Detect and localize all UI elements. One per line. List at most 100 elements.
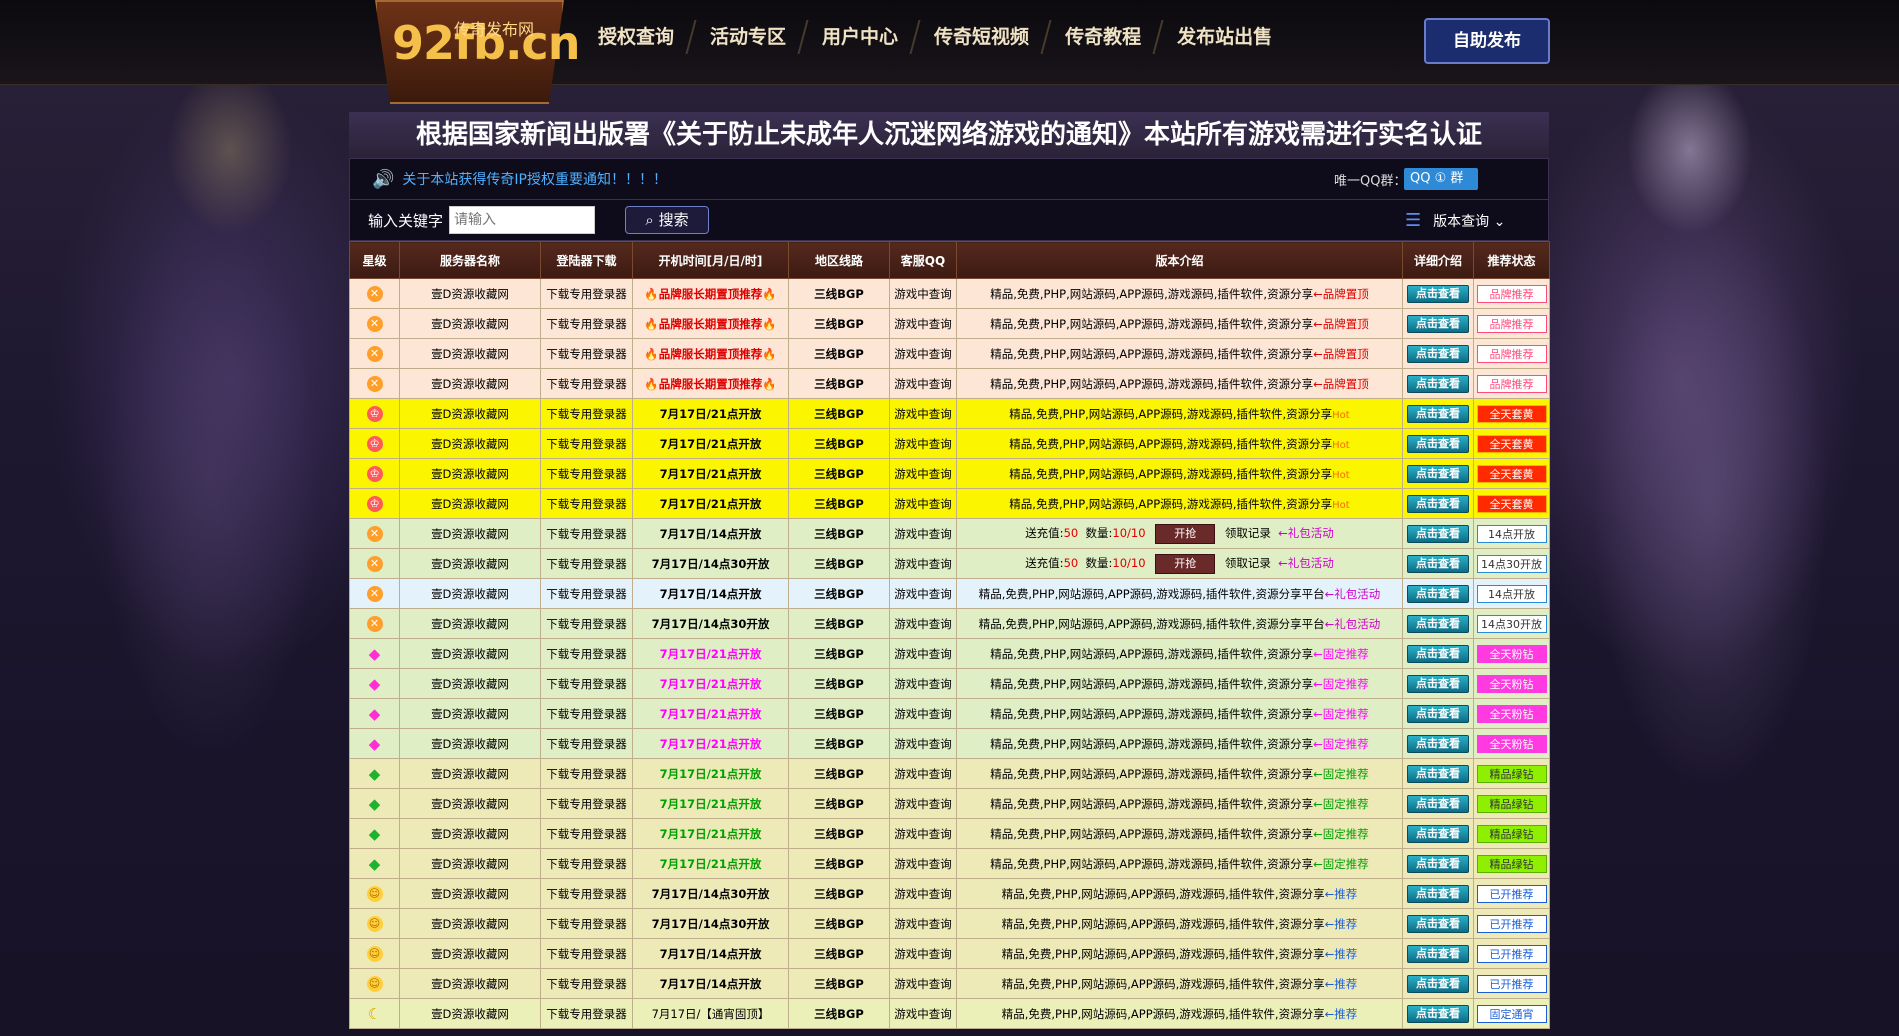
- status-cell: 精品绿钻: [1473, 848, 1550, 879]
- status-badge: 精品绿钻: [1476, 824, 1547, 843]
- detail-cell: 点击查看: [1402, 398, 1474, 429]
- view-detail-button[interactable]: 点击查看: [1407, 314, 1469, 333]
- download-link[interactable]: 下载专用登录器: [540, 278, 633, 309]
- download-link[interactable]: 下载专用登录器: [540, 368, 633, 399]
- server-name-link[interactable]: 壹D资源收藏网: [399, 398, 541, 429]
- view-detail-button[interactable]: 点击查看: [1407, 554, 1469, 573]
- view-detail-button[interactable]: 点击查看: [1407, 794, 1469, 813]
- download-link[interactable]: 下载专用登录器: [540, 398, 633, 429]
- server-name-link[interactable]: 壹D资源收藏网: [399, 278, 541, 309]
- grab-button[interactable]: 开抢: [1155, 553, 1216, 574]
- view-detail-button[interactable]: 点击查看: [1407, 914, 1469, 933]
- claim-record-link[interactable]: 领取记录: [1225, 526, 1271, 540]
- view-detail-button[interactable]: 点击查看: [1407, 824, 1469, 843]
- nav-item-user-center[interactable]: 用户中心: [804, 20, 916, 54]
- server-name-link[interactable]: 壹D资源收藏网: [399, 998, 541, 1029]
- server-name-link[interactable]: 壹D资源收藏网: [399, 638, 541, 669]
- claim-record-link[interactable]: 领取记录: [1225, 556, 1271, 570]
- server-name-link[interactable]: 壹D资源收藏网: [399, 728, 541, 759]
- nav-item-tutorial[interactable]: 传奇教程: [1047, 20, 1159, 54]
- view-detail-button[interactable]: 点击查看: [1407, 524, 1469, 543]
- view-detail-button[interactable]: 点击查看: [1407, 494, 1469, 513]
- view-detail-button[interactable]: 点击查看: [1407, 674, 1469, 693]
- view-detail-button[interactable]: 点击查看: [1407, 1004, 1469, 1023]
- keyword-input[interactable]: [449, 206, 596, 234]
- nav-item-events[interactable]: 活动专区: [692, 20, 804, 54]
- download-link[interactable]: 下载专用登录器: [540, 908, 633, 939]
- view-detail-button[interactable]: 点击查看: [1407, 374, 1469, 393]
- download-link[interactable]: 下载专用登录器: [540, 338, 633, 369]
- download-link[interactable]: 下载专用登录器: [540, 818, 633, 849]
- self-publish-button[interactable]: 自助发布: [1424, 18, 1550, 64]
- server-name-link[interactable]: 壹D资源收藏网: [399, 608, 541, 639]
- nav-item-auth-query[interactable]: 授权查询: [580, 20, 692, 54]
- detail-cell: 点击查看: [1402, 818, 1474, 849]
- status-cell: 全天套黄: [1473, 398, 1550, 429]
- view-detail-button[interactable]: 点击查看: [1407, 464, 1469, 483]
- server-name-link[interactable]: 壹D资源收藏网: [399, 908, 541, 939]
- download-link[interactable]: 下载专用登录器: [540, 728, 633, 759]
- download-link[interactable]: 下载专用登录器: [540, 458, 633, 489]
- download-link[interactable]: 下载专用登录器: [540, 758, 633, 789]
- view-detail-button[interactable]: 点击查看: [1407, 284, 1469, 303]
- qq-group-button[interactable]: QQ ① 群: [1404, 168, 1478, 190]
- view-detail-button[interactable]: 点击查看: [1407, 434, 1469, 453]
- download-link[interactable]: 下载专用登录器: [540, 848, 633, 879]
- nav-item-site-sale[interactable]: 发布站出售: [1159, 20, 1290, 54]
- notice-link[interactable]: 关于本站获得传奇IP授权重要通知！！！！: [402, 169, 667, 189]
- view-detail-button[interactable]: 点击查看: [1407, 344, 1469, 363]
- server-name-link[interactable]: 壹D资源收藏网: [399, 848, 541, 879]
- download-link[interactable]: 下载专用登录器: [540, 878, 633, 909]
- download-link[interactable]: 下载专用登录器: [540, 698, 633, 729]
- view-detail-button[interactable]: 点击查看: [1407, 584, 1469, 603]
- download-link[interactable]: 下载专用登录器: [540, 548, 633, 579]
- server-name-link[interactable]: 壹D资源收藏网: [399, 518, 541, 549]
- server-name-link[interactable]: 壹D资源收藏网: [399, 698, 541, 729]
- server-name-link[interactable]: 壹D资源收藏网: [399, 758, 541, 789]
- server-name-link[interactable]: 壹D资源收藏网: [399, 668, 541, 699]
- download-link[interactable]: 下载专用登录器: [540, 998, 633, 1029]
- view-detail-button[interactable]: 点击查看: [1407, 764, 1469, 783]
- download-link[interactable]: 下载专用登录器: [540, 608, 633, 639]
- download-link[interactable]: 下载专用登录器: [540, 968, 633, 999]
- qq-contact: 游戏中查询: [889, 758, 957, 789]
- search-button[interactable]: ⌕ 搜索: [625, 206, 710, 234]
- server-name-link[interactable]: 壹D资源收藏网: [399, 938, 541, 969]
- server-name-link[interactable]: 壹D资源收藏网: [399, 818, 541, 849]
- download-link[interactable]: 下载专用登录器: [540, 428, 633, 459]
- view-detail-button[interactable]: 点击查看: [1407, 734, 1469, 753]
- qq-contact: 游戏中查询: [889, 638, 957, 669]
- server-name-link[interactable]: 壹D资源收藏网: [399, 548, 541, 579]
- server-name-link[interactable]: 壹D资源收藏网: [399, 788, 541, 819]
- grab-button[interactable]: 开抢: [1155, 523, 1216, 544]
- view-detail-button[interactable]: 点击查看: [1407, 644, 1469, 663]
- download-link[interactable]: 下载专用登录器: [540, 938, 633, 969]
- server-name-link[interactable]: 壹D资源收藏网: [399, 308, 541, 339]
- view-detail-button[interactable]: 点击查看: [1407, 974, 1469, 993]
- view-detail-button[interactable]: 点击查看: [1407, 884, 1469, 903]
- download-link[interactable]: 下载专用登录器: [540, 518, 633, 549]
- server-name-link[interactable]: 壹D资源收藏网: [399, 428, 541, 459]
- view-detail-button[interactable]: 点击查看: [1407, 614, 1469, 633]
- view-detail-button[interactable]: 点击查看: [1407, 854, 1469, 873]
- view-detail-button[interactable]: 点击查看: [1407, 944, 1469, 963]
- download-link[interactable]: 下载专用登录器: [540, 488, 633, 519]
- nav-item-short-video[interactable]: 传奇短视频: [916, 20, 1047, 54]
- download-link[interactable]: 下载专用登录器: [540, 638, 633, 669]
- download-link[interactable]: 下载专用登录器: [540, 668, 633, 699]
- view-detail-button[interactable]: 点击查看: [1407, 404, 1469, 423]
- download-link[interactable]: 下载专用登录器: [540, 578, 633, 609]
- server-name-link[interactable]: 壹D资源收藏网: [399, 878, 541, 909]
- server-name-link[interactable]: 壹D资源收藏网: [399, 458, 541, 489]
- server-name-link[interactable]: 壹D资源收藏网: [399, 488, 541, 519]
- server-name-link[interactable]: 壹D资源收藏网: [399, 368, 541, 399]
- open-time: 7月17日/21点开放: [632, 668, 789, 699]
- view-detail-button[interactable]: 点击查看: [1407, 704, 1469, 723]
- route: 三线BGP: [788, 428, 890, 459]
- server-name-link[interactable]: 壹D资源收藏网: [399, 578, 541, 609]
- server-name-link[interactable]: 壹D资源收藏网: [399, 338, 541, 369]
- download-link[interactable]: 下载专用登录器: [540, 788, 633, 819]
- server-name-link[interactable]: 壹D资源收藏网: [399, 968, 541, 999]
- version-query-dropdown[interactable]: ☰ 版本查询 ⌄: [1405, 210, 1505, 231]
- download-link[interactable]: 下载专用登录器: [540, 308, 633, 339]
